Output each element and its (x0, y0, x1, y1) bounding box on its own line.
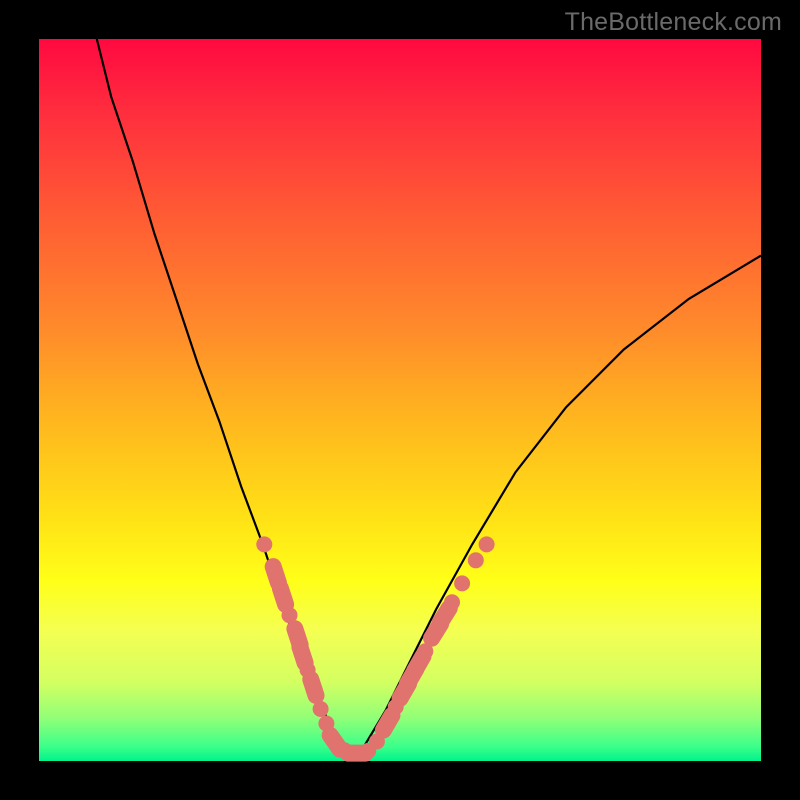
watermark-text: TheBottleneck.com (565, 8, 782, 37)
marker-dot (444, 594, 460, 610)
marker-dot (479, 536, 495, 552)
marker-dot (468, 552, 484, 568)
marker-dot (256, 536, 272, 552)
chart-frame: TheBottleneck.com (0, 0, 800, 800)
marker-dot (454, 575, 470, 591)
marker-pill (300, 669, 327, 707)
plot-area (39, 39, 761, 761)
marker-dot (313, 701, 329, 717)
curve-layer (39, 39, 761, 761)
